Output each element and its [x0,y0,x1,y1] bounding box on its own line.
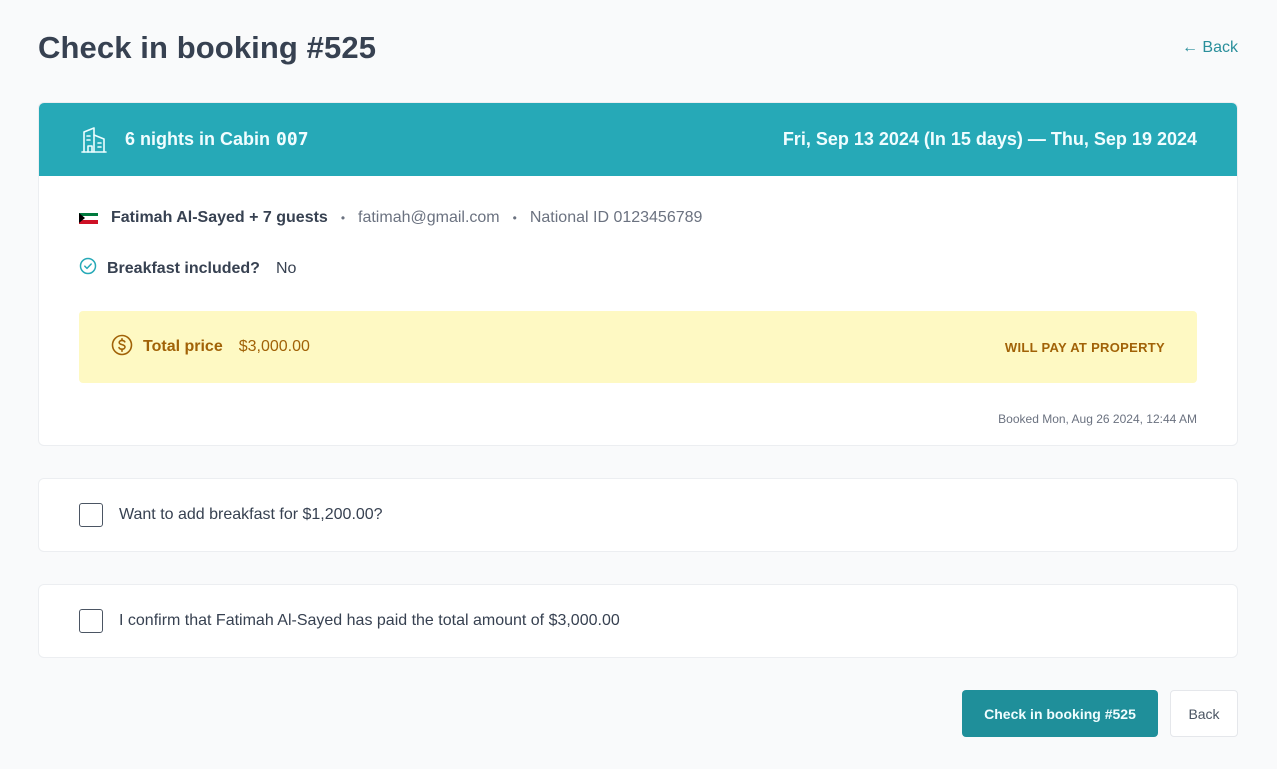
kuwait-flag-icon [79,212,98,224]
total-price-box: Total price $3,000.00 Will pay at proper… [79,311,1197,383]
guest-email: fatimah@gmail.com [358,209,500,226]
page-title: Check in booking #525 [38,30,377,65]
payment-status-badge: Will pay at property [1004,339,1165,355]
add-breakfast-label[interactable]: Want to add breakfast for $1,200.00? [119,506,383,524]
confirm-paid-checkbox[interactable] [79,609,103,633]
total-price-label: Total price [143,338,223,355]
separator-dot: • [512,211,517,225]
check-in-button[interactable]: Check in booking #525 [962,690,1158,737]
check-circle-icon [79,257,97,280]
total-price-value: $3,000.00 [238,338,310,355]
cabin-number: 007 [276,129,309,150]
add-breakfast-checkbox[interactable] [79,503,103,527]
back-link[interactable]: ← Back [1182,39,1238,57]
guest-info-row: Fatimah Al-Sayed + 7 guests • fatimah@gm… [79,209,702,227]
booking-details-card: 6 nights in Cabin 007 Fri, Sep 13 2024 (I… [38,102,1238,446]
confirm-paid-label[interactable]: I confirm that Fatimah Al-Sayed has paid… [119,612,620,630]
breakfast-label: Breakfast included? [107,259,260,277]
breakfast-value: No [275,259,297,277]
guest-national-id: National ID 0123456789 [529,209,703,226]
back-button[interactable]: Back [1170,690,1238,737]
booking-header-left: 6 nights in Cabin 007 [79,125,309,155]
nights-label: 6 nights in Cabin [125,129,271,149]
guest-name: Fatimah Al-Sayed + 7 guests [111,209,328,226]
cabin-icon [79,125,109,155]
breakfast-row: Breakfast included? No [79,257,296,280]
price-info: Total price $3,000.00 [111,334,310,361]
booked-at-timestamp: Booked Mon, Aug 26 2024, 12:44 AM [998,412,1197,426]
booking-nights-cabin: 6 nights in Cabin 007 [125,129,309,150]
confirm-paid-card: I confirm that Fatimah Al-Sayed has paid… [38,584,1238,658]
separator-dot: • [340,211,346,225]
booking-header: 6 nights in Cabin 007 Fri, Sep 13 2024 (I… [39,103,1237,176]
add-breakfast-card: Want to add breakfast for $1,200.00? [38,478,1238,552]
booking-dates: Fri, Sep 13 2024 (In 15 days) — Thu, Sep… [782,129,1197,149]
dollar-circle-icon [111,334,133,361]
